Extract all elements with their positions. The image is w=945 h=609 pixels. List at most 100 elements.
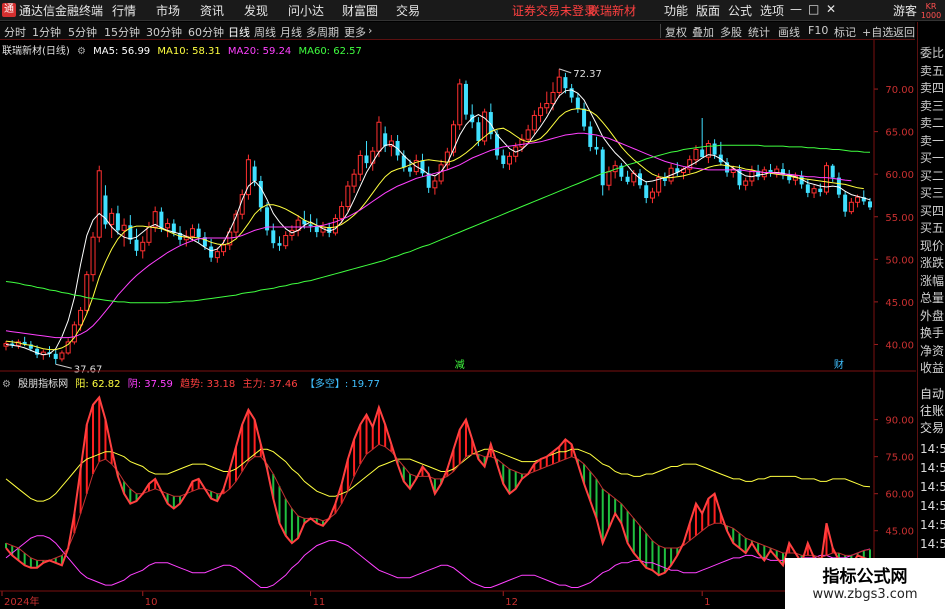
candle-body bbox=[271, 230, 276, 244]
quote-label: 买二 bbox=[920, 168, 945, 183]
candle-body bbox=[588, 126, 593, 147]
candle-body bbox=[525, 129, 531, 140]
candle-body bbox=[600, 149, 605, 186]
candle-body bbox=[848, 201, 854, 213]
ma-line-ma5 bbox=[5, 89, 871, 356]
candle-body bbox=[550, 91, 556, 105]
candle-body bbox=[649, 191, 655, 199]
candle-body bbox=[376, 121, 382, 152]
candle-body bbox=[109, 212, 115, 225]
watermark-url: www.zbgs3.com bbox=[812, 587, 918, 602]
quote-label: 净资 bbox=[920, 343, 945, 358]
candle-body bbox=[644, 185, 649, 199]
ma60-label: MA60: 62.57 bbox=[298, 46, 362, 57]
quote-label: 买五 bbox=[920, 221, 945, 235]
main-force-label: 主力: 37.46 bbox=[242, 379, 298, 390]
main-chart-title: 联瑞新材(日线) ⚙ MA5: 56.99 MA10: 58.31 MA20: … bbox=[2, 42, 366, 57]
y-tick-label: 60.00 bbox=[885, 170, 914, 181]
candle-body bbox=[506, 155, 512, 165]
candle-body bbox=[408, 167, 413, 172]
settings-icon[interactable]: ⚙ bbox=[2, 379, 11, 390]
candle-body bbox=[189, 228, 195, 237]
tick-time-label: 14:56 bbox=[920, 537, 945, 551]
quote-label: 卖四 bbox=[920, 81, 945, 95]
x-tick-label: 11 bbox=[313, 597, 326, 608]
candle-body bbox=[383, 133, 388, 147]
x-tick-label: 10 bbox=[145, 597, 158, 608]
candle-body bbox=[868, 201, 872, 208]
tick-time-label: 14:56 bbox=[920, 480, 945, 494]
candle-body bbox=[451, 124, 457, 153]
trend-line bbox=[5, 395, 871, 577]
candle-body bbox=[805, 184, 810, 193]
indicator-chart[interactable]: 90.0075.0060.0045.0030.00 bbox=[5, 395, 914, 588]
high-marker-line bbox=[559, 68, 572, 74]
trade-label: 交易 bbox=[920, 421, 945, 435]
candle-body bbox=[283, 234, 289, 247]
candle-body bbox=[531, 114, 537, 131]
quote-label: 买一 bbox=[920, 151, 945, 165]
candle-body bbox=[308, 224, 313, 227]
candle-body bbox=[556, 76, 562, 93]
quote-label: 卖五 bbox=[920, 63, 945, 78]
quote-label: 收益 bbox=[920, 361, 945, 375]
quote-label: 涨跌 bbox=[920, 256, 945, 270]
candle-body bbox=[252, 166, 257, 181]
y-tick-label: 90.00 bbox=[885, 416, 914, 427]
settings-icon[interactable]: ⚙ bbox=[77, 46, 86, 57]
y-tick-label: 65.00 bbox=[885, 128, 914, 139]
y-tick-label: 70.00 bbox=[885, 85, 914, 96]
tick-time-label: 14:56 bbox=[920, 461, 945, 475]
candle-body bbox=[159, 211, 164, 228]
y-tick-label: 75.00 bbox=[885, 453, 914, 464]
tick-time-label: 14:56 bbox=[920, 499, 945, 513]
main-kline-chart[interactable]: 70.00 65.00 60.00 55.00 50.00 45.00 40.00 72.37… bbox=[3, 68, 914, 375]
quote-label: 换手 bbox=[920, 326, 945, 340]
candle-body bbox=[165, 223, 171, 229]
trade-label: 自动 bbox=[920, 387, 945, 401]
candle-body bbox=[432, 180, 438, 189]
candle-body bbox=[345, 185, 351, 208]
candle-body bbox=[700, 149, 705, 158]
candle-body bbox=[115, 213, 120, 231]
tick-time-label: 14:55 bbox=[920, 442, 945, 456]
candle-body bbox=[743, 180, 749, 186]
candle-body bbox=[146, 226, 152, 243]
candle-body bbox=[476, 122, 481, 141]
quote-label: 卖一 bbox=[920, 133, 945, 148]
candle-body bbox=[209, 246, 214, 258]
quote-label: 现价 bbox=[920, 238, 945, 253]
event-mark: 减 bbox=[455, 359, 465, 371]
candle-body bbox=[134, 239, 139, 251]
candle-body bbox=[221, 244, 227, 253]
candle-body bbox=[314, 226, 319, 233]
chart-canvas[interactable]: 70.00 65.00 60.00 55.00 50.00 45.00 40.00 72.37… bbox=[0, 0, 945, 609]
low-marker-line bbox=[55, 363, 72, 369]
ma20-label: MA20: 59.24 bbox=[227, 46, 292, 57]
candle-body bbox=[364, 155, 369, 164]
candle-body bbox=[463, 83, 468, 115]
candle-body bbox=[214, 251, 220, 259]
trade-label: 往账 bbox=[920, 404, 945, 418]
candle-body bbox=[339, 206, 345, 219]
candle-body bbox=[140, 241, 146, 252]
y-tick-label: 55.00 bbox=[885, 213, 914, 224]
candle-body bbox=[836, 177, 841, 195]
y-tick-label: 50.00 bbox=[885, 255, 914, 266]
candle-body bbox=[59, 352, 65, 360]
candle-body bbox=[501, 155, 506, 164]
ma-line-ma60 bbox=[5, 144, 871, 304]
yang-label: 阳: 62.82 bbox=[75, 379, 121, 390]
tick-time-label: 14:56 bbox=[920, 518, 945, 532]
ma5-label: MA5: 56.99 bbox=[93, 46, 151, 57]
candle-body bbox=[818, 188, 823, 193]
candle-body bbox=[277, 243, 282, 246]
candle-body bbox=[258, 181, 263, 208]
candle-body bbox=[538, 107, 544, 116]
candle-body bbox=[351, 173, 357, 187]
candle-body bbox=[563, 77, 568, 89]
candle-body bbox=[96, 170, 102, 238]
y-tick-label: 45.00 bbox=[885, 298, 914, 309]
quote-label: 外盘 bbox=[920, 308, 945, 323]
candle-body bbox=[53, 353, 58, 359]
